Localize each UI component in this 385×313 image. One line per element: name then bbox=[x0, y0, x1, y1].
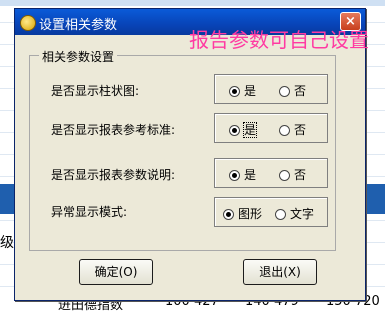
group-legend: 相关参数设置 bbox=[39, 48, 118, 65]
radio-yes[interactable]: 是 bbox=[229, 121, 258, 138]
radio-graphic[interactable]: 图形 bbox=[223, 205, 262, 222]
radio-no[interactable]: 否 bbox=[279, 82, 306, 99]
dialog-title: 设置相关参数 bbox=[39, 18, 118, 33]
app-icon bbox=[20, 15, 36, 31]
annotation-label: 报告参数可自己设置 bbox=[189, 28, 369, 52]
radio-dot-icon bbox=[279, 125, 290, 136]
row-label-abnormal-mode: 异常显示模式: bbox=[51, 205, 128, 219]
radio-no[interactable]: 否 bbox=[279, 121, 306, 138]
background-cell: 级 bbox=[0, 235, 14, 251]
row-label-show-reference: 是否显示报表参考标准: bbox=[51, 123, 176, 137]
radio-no[interactable]: 否 bbox=[279, 166, 306, 183]
background-strip bbox=[0, 0, 385, 6]
radio-dot-icon bbox=[223, 209, 234, 220]
radio-group-show-description: 是 否 bbox=[214, 158, 328, 188]
radio-group-show-bar-chart: 是 否 bbox=[214, 74, 328, 104]
exit-button[interactable]: 退出(X) bbox=[243, 259, 317, 285]
radio-yes[interactable]: 是 bbox=[229, 82, 256, 99]
radio-yes[interactable]: 是 bbox=[229, 166, 256, 183]
settings-dialog: 设置相关参数 × 报告参数可自己设置 相关参数设置 是否显示柱状图: 是 否 是… bbox=[14, 8, 369, 301]
radio-dot-icon bbox=[279, 86, 290, 97]
radio-group-abnormal-mode: 图形 文字 bbox=[214, 197, 328, 227]
row-label-show-description: 是否显示报表参数说明: bbox=[51, 168, 176, 182]
radio-dot-icon bbox=[229, 125, 240, 136]
radio-dot-icon bbox=[229, 86, 240, 97]
radio-text[interactable]: 文字 bbox=[275, 205, 314, 222]
row-label-show-bar-chart: 是否显示柱状图: bbox=[51, 84, 140, 98]
ok-button[interactable]: 确定(O) bbox=[79, 259, 153, 285]
radio-group-show-reference: 是 否 bbox=[214, 113, 328, 143]
radio-dot-icon bbox=[279, 170, 290, 181]
radio-dot-icon bbox=[229, 170, 240, 181]
radio-dot-icon bbox=[275, 209, 286, 220]
